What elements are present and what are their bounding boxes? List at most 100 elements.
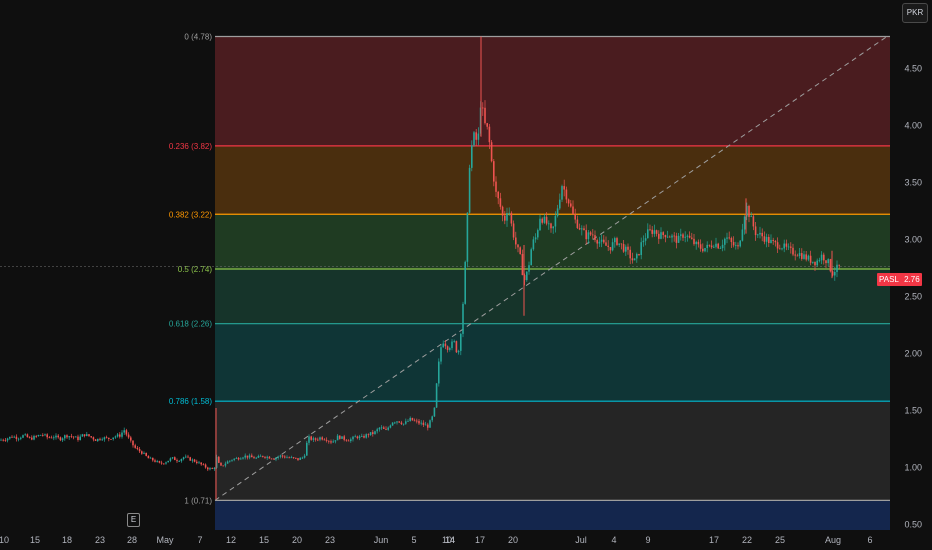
candle-body (578, 228, 581, 230)
candle-body (193, 459, 196, 462)
candle-body (776, 242, 779, 249)
candle-body (682, 234, 684, 238)
candle-body (343, 436, 345, 440)
x-tick-label: 17 (709, 535, 719, 545)
candle-body (834, 272, 836, 276)
candle-body (418, 420, 420, 424)
candle-body (809, 255, 812, 263)
candle-body (160, 462, 163, 464)
candle-body (312, 438, 315, 440)
candle-body (488, 126, 491, 143)
candle-body (187, 456, 189, 458)
candle-body (369, 432, 372, 436)
candle-body (229, 460, 231, 462)
price-chart[interactable]: 0 (4.78) 0.236 (3.82) 0.382 (3.22) 0.5 (2.7… (0, 0, 932, 550)
candle-body (600, 239, 603, 242)
x-tick-label: 9 (645, 535, 650, 545)
candle-body (288, 457, 290, 459)
price-axis: 5.004.504.003.503.002.502.001.501.000.50 (904, 6, 922, 529)
candle-body (594, 235, 596, 241)
candle-body (6, 438, 9, 441)
candle-body (50, 437, 53, 439)
candle-body (134, 445, 136, 448)
candle-body (407, 420, 409, 422)
candle-body (147, 455, 150, 459)
candle-body (484, 107, 486, 124)
candle-body (708, 244, 711, 246)
candle-body (534, 237, 537, 240)
candle-body (438, 361, 440, 384)
fib-zone (215, 36, 890, 146)
candle-body (90, 436, 92, 438)
candle-body (512, 223, 515, 238)
candle-body (83, 434, 86, 436)
candle-body (567, 199, 570, 204)
currency-button[interactable]: PKR (902, 3, 928, 23)
candle-body (101, 439, 103, 441)
y-tick-label: 4.00 (904, 120, 922, 130)
x-tick-label: 22 (742, 535, 752, 545)
candle-body (466, 212, 469, 262)
candle-body (609, 246, 612, 251)
candle-body (26, 434, 29, 438)
candle-body (413, 420, 416, 422)
candle-body (286, 457, 288, 459)
candle-body (622, 244, 625, 252)
candle-body (706, 244, 708, 249)
candle-body (385, 428, 387, 430)
candle-body (105, 437, 108, 439)
candle-body (664, 235, 667, 238)
candle-body (2, 439, 4, 441)
candle-body (435, 383, 438, 408)
candle-body (565, 189, 568, 200)
candle-body (270, 458, 273, 460)
candle-body (72, 436, 75, 438)
candle-body (398, 421, 400, 423)
candle-body (242, 457, 244, 459)
candle-body (572, 206, 574, 215)
candle-body (728, 237, 730, 239)
candle-body (688, 235, 691, 238)
candle-body (618, 243, 620, 245)
candle-body (224, 463, 227, 466)
candle-body (779, 248, 781, 250)
candle-body (730, 238, 733, 243)
candle-body (794, 254, 796, 256)
candle-body (768, 236, 770, 244)
last-price-tag: PASL 2.76 (877, 273, 922, 286)
candle-body (640, 242, 642, 256)
candle-body (587, 232, 590, 240)
candle-body (132, 440, 134, 446)
candle-body (576, 219, 579, 229)
candle-body (563, 186, 565, 190)
candle-body (334, 440, 337, 442)
candle-body (354, 436, 356, 438)
y-tick-label: 3.50 (904, 177, 922, 187)
candle-body (284, 456, 286, 458)
candle-body (191, 459, 194, 461)
candle-body (737, 245, 739, 247)
candle-body (350, 439, 352, 442)
candle-body (86, 434, 88, 436)
candle-body (233, 458, 235, 460)
candle-body (686, 235, 689, 237)
candle-body (248, 455, 251, 458)
candle-body (169, 458, 172, 461)
candle-body (303, 455, 306, 458)
candle-body (581, 228, 583, 230)
fib-level-label: 1 (0.71) (184, 496, 212, 505)
candle-body (550, 223, 552, 229)
candle-body (598, 241, 601, 244)
earnings-marker[interactable]: E (127, 513, 140, 527)
x-tick-label: 15 (259, 535, 269, 545)
candle-body (46, 434, 48, 438)
x-tick-label: 4 (611, 535, 616, 545)
candle-body (174, 457, 176, 461)
candle-body (15, 436, 18, 439)
candle-body (345, 439, 348, 441)
candle-body (814, 261, 816, 266)
candle-body (394, 422, 396, 424)
candle-body (317, 439, 319, 441)
candle-body (112, 437, 114, 440)
candle-body (801, 253, 803, 259)
